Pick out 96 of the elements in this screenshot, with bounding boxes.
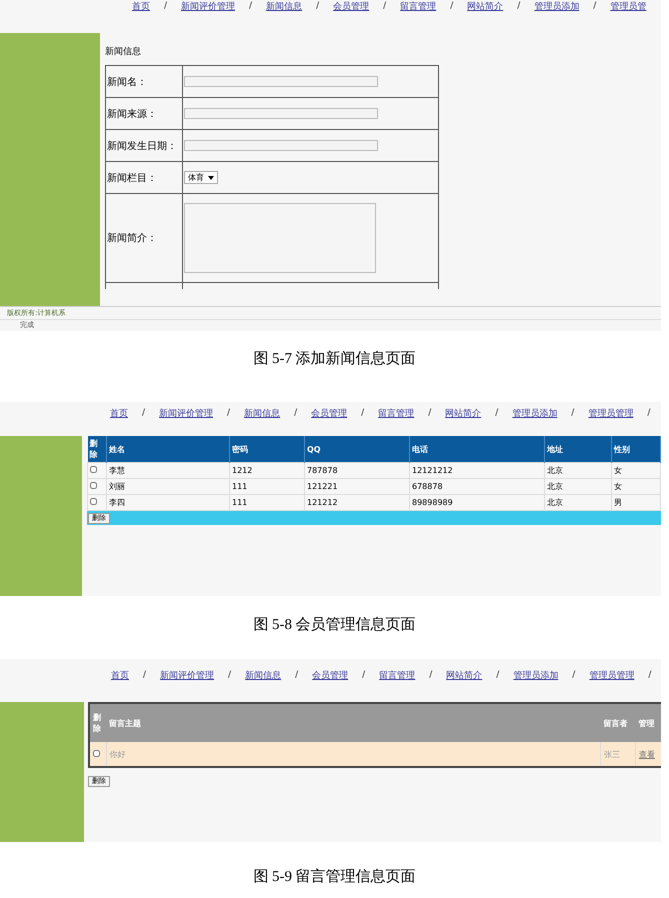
category-dropdown[interactable]: 体育 (184, 171, 218, 184)
table-cell: 787878 (304, 462, 410, 478)
column-header: 删除 (89, 703, 106, 742)
row-checkbox[interactable] (90, 466, 97, 473)
nav-separator: / (647, 408, 650, 418)
column-header: 姓名 (106, 436, 230, 462)
nav-separator: / (143, 670, 146, 680)
section-title: 新闻信息 (105, 46, 142, 57)
nav-link[interactable]: 新闻评价管理 (159, 406, 214, 420)
field-label: 新闻来源： (106, 98, 182, 130)
table-cell: 刘丽 (106, 478, 230, 494)
nav-separator: / (164, 1, 168, 11)
nav-separator: / (383, 1, 386, 11)
nav-separator: / (450, 1, 454, 11)
nav-link[interactable]: 首页 (111, 668, 129, 682)
table-cell: 张三 (600, 742, 636, 767)
nav-link[interactable]: 留言管理 (379, 668, 416, 682)
nav-separator: / (572, 670, 576, 680)
nav-link[interactable]: 新闻信息 (266, 0, 302, 12)
column-header: 留言者 (600, 703, 636, 742)
table-cell: 89898989 (410, 494, 544, 510)
figure-caption: 图 5-7 添加新闻信息页面 (252, 350, 417, 369)
table-cell: 李四 (106, 494, 230, 510)
nav-link[interactable]: 会员管理 (311, 406, 348, 420)
row-checkbox[interactable] (90, 498, 97, 505)
nav-separator: / (517, 1, 520, 11)
nav-separator: / (142, 408, 146, 418)
nav-separator: / (361, 408, 364, 418)
caret-icon (208, 176, 214, 180)
nav-separator: / (362, 670, 366, 680)
nav-separator: / (294, 408, 298, 418)
column-header: 地址 (544, 436, 612, 462)
nav-link[interactable]: 网站简介 (445, 406, 482, 420)
figure-caption: 图 5-9 留言管理信息页面 (252, 867, 417, 887)
nav-separator: / (496, 670, 500, 680)
nav-link[interactable]: 留言管理 (378, 406, 414, 420)
table-cell: 12121212 (410, 462, 544, 478)
nav-link[interactable]: 管理员管理 (589, 668, 634, 682)
nav-link[interactable]: 会员管理 (312, 668, 348, 682)
nav-link[interactable]: 新闻信息 (244, 406, 280, 420)
table-cell: 121221 (304, 478, 410, 494)
nav-link[interactable]: 管理员管理 (588, 406, 634, 420)
nav-link[interactable]: 网站简介 (446, 668, 482, 682)
table-cell: 你好 (106, 742, 600, 767)
table-cell: 111 (230, 478, 304, 494)
table-cell: 女 (612, 478, 660, 494)
nav-link[interactable]: 管理员添加 (512, 406, 558, 420)
nav-separator: / (593, 1, 596, 11)
nav-link[interactable]: 会员管理 (333, 0, 370, 12)
table-cell: 女 (612, 462, 660, 478)
nav-link[interactable]: 新闻信息 (245, 668, 282, 682)
column-header: QQ (304, 436, 410, 462)
column-header: 性别 (612, 436, 660, 462)
table-cell: 121212 (304, 494, 410, 510)
nav-separator: / (249, 1, 252, 11)
column-header: 管理 (636, 703, 661, 742)
nav-separator: / (227, 408, 230, 418)
table-cell: 111 (230, 494, 304, 510)
nav-link[interactable]: 管理员添加 (513, 668, 558, 682)
column-header: 留言主题 (106, 703, 600, 742)
field-label: 新闻名： (106, 66, 182, 98)
column-header: 电话 (410, 436, 544, 462)
nav-link[interactable]: 首页 (110, 406, 128, 420)
input-field[interactable] (184, 108, 378, 119)
field-label: 新闻简介： (106, 194, 182, 282)
table-cell: 李慧 (106, 462, 230, 478)
figure-caption: 图 5-8 会员管理信息页面 (252, 616, 417, 635)
nav-separator: / (429, 670, 432, 680)
nav-link[interactable]: 首页 (132, 0, 150, 12)
nav-separator: / (316, 1, 320, 11)
row-checkbox[interactable] (90, 482, 97, 489)
column-header: 密码 (230, 436, 304, 462)
nav-link[interactable]: 管理员管 (610, 0, 646, 12)
nav-link[interactable]: 留言管理 (400, 0, 436, 12)
nav-separator: / (571, 408, 574, 418)
row-checkbox[interactable] (93, 750, 100, 756)
table-cell: 678878 (410, 478, 544, 494)
table-cell: 北京 (544, 478, 612, 494)
field-label: 新闻发生日期： (106, 130, 182, 162)
input-field[interactable] (184, 140, 378, 151)
field-label: 新闻栏目： (106, 162, 182, 194)
table-cell: 北京 (544, 462, 612, 478)
table-cell: 北京 (544, 494, 612, 510)
nav-link[interactable]: 网站简介 (467, 0, 504, 12)
nav-link[interactable]: 管理员添加 (534, 0, 580, 12)
table-cell: 男 (612, 494, 660, 510)
nav-separator: / (648, 670, 652, 680)
column-header: 删除 (88, 436, 106, 462)
nav-link[interactable]: 新闻评价管理 (181, 0, 236, 12)
nav-separator: / (228, 670, 232, 680)
nav-link[interactable]: 新闻评价管理 (160, 668, 214, 682)
nav-separator: / (428, 408, 432, 418)
table-cell: 1212 (230, 462, 304, 478)
input-field[interactable] (184, 76, 378, 87)
nav-separator: / (295, 670, 298, 680)
nav-separator: / (495, 408, 498, 418)
